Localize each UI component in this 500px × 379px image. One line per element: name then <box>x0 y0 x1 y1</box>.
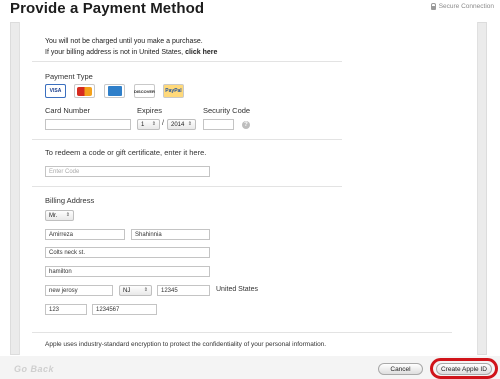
secure-connection-indicator: Secure Connection <box>430 2 494 10</box>
encryption-note: Apple uses industry-standard encryption … <box>45 341 327 348</box>
card-amex[interactable] <box>104 84 125 98</box>
mastercard-icon <box>77 86 92 96</box>
expires-separator: / <box>162 120 164 127</box>
divider <box>32 139 342 140</box>
phone-input[interactable]: 1234567 <box>92 304 157 315</box>
state-select[interactable]: NJ ⇕ <box>119 285 152 296</box>
card-number-input[interactable] <box>45 119 131 130</box>
divider <box>32 186 342 187</box>
help-icon[interactable]: ? <box>242 121 250 129</box>
card-visa[interactable]: VISA <box>45 84 66 98</box>
expires-month-value: 1 <box>141 121 145 128</box>
expires-year-select[interactable]: 2014 ⇕ <box>167 119 196 130</box>
select-arrows-icon: ⇕ <box>151 121 156 127</box>
area-code-input[interactable]: 123 <box>45 304 87 315</box>
charge-notice-line1: You will not be charged until you make a… <box>45 38 203 45</box>
title-value: Mr. <box>49 212 58 219</box>
state-value: NJ <box>123 287 131 294</box>
street-input[interactable]: Colts neck st. <box>45 247 210 258</box>
amex-icon <box>107 86 122 96</box>
zip-input[interactable]: 12345 <box>157 285 210 296</box>
redeem-code-input[interactable]: Enter Code <box>45 166 210 177</box>
state-province-input[interactable]: new jerosy <box>45 285 113 296</box>
lock-icon <box>430 2 437 10</box>
select-arrows-icon: ⇕ <box>143 287 148 293</box>
first-name-input[interactable]: Amirreza <box>45 229 125 240</box>
charge-notice-line2: If your billing address is not in United… <box>45 47 217 58</box>
last-name-input[interactable]: Shahinnia <box>131 229 210 240</box>
divider <box>32 61 342 62</box>
card-number-label: Card Number <box>45 106 91 115</box>
go-back-button[interactable]: Go Back <box>14 364 54 374</box>
cancel-button[interactable]: Cancel <box>378 363 423 375</box>
charge-notice-line2-text: If your billing address is not in United… <box>45 49 184 56</box>
select-arrows-icon: ⇕ <box>65 212 70 218</box>
security-code-label: Security Code <box>203 106 251 115</box>
redeem-label: To redeem a code or gift certificate, en… <box>45 148 207 157</box>
card-paypal[interactable]: PayPal <box>163 84 184 98</box>
expires-month-select[interactable]: 1 ⇕ <box>137 119 160 130</box>
expires-label: Expires <box>137 106 163 115</box>
expires-year-value: 2014 <box>171 121 185 128</box>
secure-connection-label: Secure Connection <box>438 3 494 10</box>
card-discover[interactable]: DISCOVER <box>134 84 155 98</box>
page-title: Provide a Payment Method <box>10 0 205 17</box>
charge-notice: You will not be charged until you make a… <box>45 36 217 58</box>
card-mastercard[interactable] <box>74 84 95 98</box>
billing-address-label: Billing Address <box>45 196 95 205</box>
city-input[interactable]: hamilton <box>45 266 210 277</box>
divider <box>32 332 452 333</box>
country-label: United States <box>216 286 259 293</box>
bottom-bar <box>0 356 500 379</box>
click-here-link[interactable]: click here <box>185 49 217 56</box>
security-code-input[interactable] <box>203 119 234 130</box>
payment-type-label: Payment Type <box>45 72 93 81</box>
title-select[interactable]: Mr. ⇕ <box>45 210 74 221</box>
highlight-ring <box>430 358 498 379</box>
select-arrows-icon: ⇕ <box>187 121 192 127</box>
